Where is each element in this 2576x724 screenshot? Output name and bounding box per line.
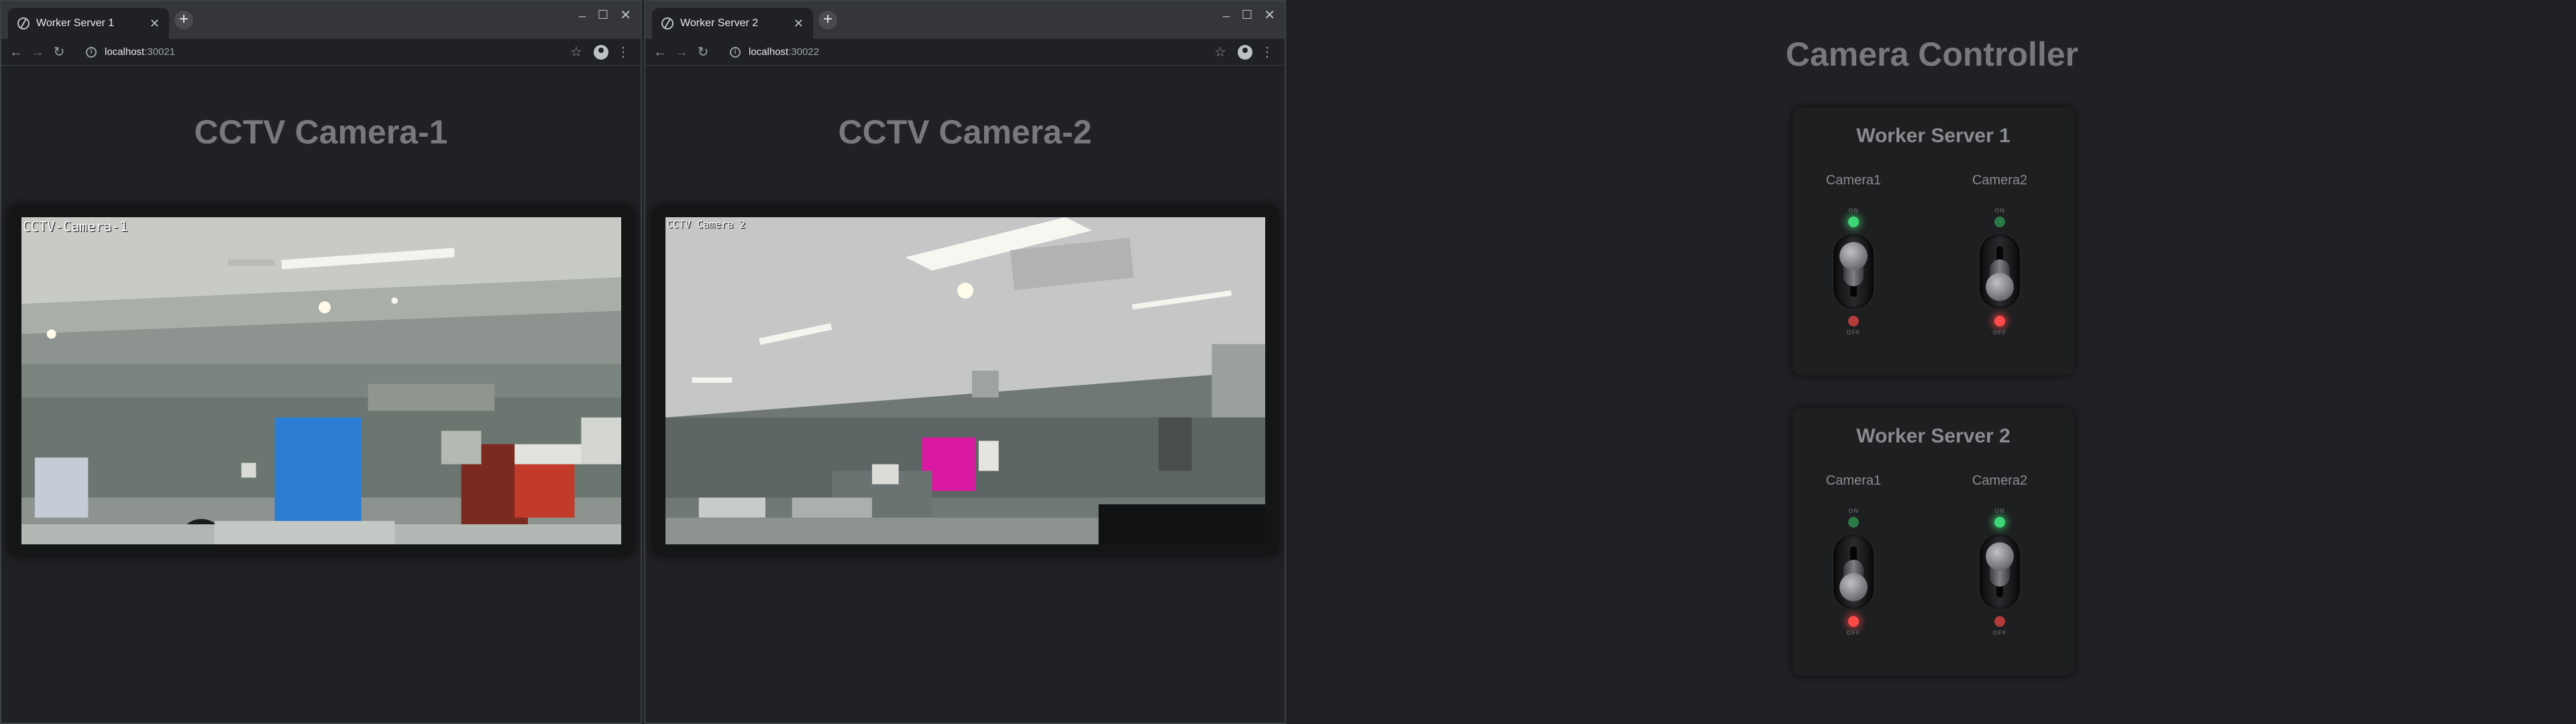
browser-window-2: Worker Server 2 ✕ + _ ☐ ✕ ← → ↻ i localh…: [644, 0, 1286, 724]
camera-label: Camera2: [1972, 473, 2028, 488]
kebab-menu-icon[interactable]: ⋮: [614, 43, 633, 62]
url-host: localhost: [749, 46, 789, 58]
on-label: ON: [1994, 207, 2005, 214]
on-indicator-led: [1994, 217, 2005, 227]
address-bar[interactable]: i localhost:30022: [722, 42, 1204, 62]
on-label: ON: [1848, 507, 1859, 514]
profile-icon[interactable]: [1238, 44, 1252, 60]
browser-toolbar: ← → ↻ i localhost:30022 ☆ ⋮: [645, 39, 1285, 66]
close-tab-icon[interactable]: ✕: [150, 17, 160, 29]
camera-feed: CCTV Camera 2: [665, 217, 1265, 544]
browser-window-1: Worker Server 1 ✕ + _ ☐ ✕ ← → ↻ i localh…: [0, 0, 642, 724]
bookmark-star-icon[interactable]: ☆: [567, 43, 586, 62]
close-tab-icon[interactable]: ✕: [794, 17, 804, 29]
camera-controller-page: Camera Controller Worker Server 1 Camera…: [1288, 0, 2576, 724]
camera-feed-frame: CCTV Camera 2: [653, 206, 1277, 555]
url-host: localhost: [105, 46, 145, 58]
camera-overlay-label: CCTV-Camera-1: [23, 219, 128, 235]
worker-server-card: Worker Server 2 Camera1 ON OFF Camera2 O…: [1792, 408, 2074, 676]
office-scene-image: [21, 217, 621, 544]
on-indicator-led: [1848, 217, 1859, 227]
on-label: ON: [1994, 507, 2005, 514]
reload-icon[interactable]: ↻: [50, 43, 68, 62]
camera-label: Camera2: [1972, 173, 2028, 188]
off-label: OFF: [1992, 629, 2007, 636]
tab-title: Worker Server 1: [36, 17, 115, 29]
new-tab-button[interactable]: +: [818, 11, 837, 29]
forward-arrow-icon[interactable]: →: [672, 43, 691, 62]
globe-icon: [661, 17, 674, 29]
off-label: OFF: [1846, 329, 1861, 336]
toggle-switch[interactable]: [1980, 234, 2020, 309]
off-indicator-led: [1848, 316, 1859, 326]
server-name: Worker Server 2: [1856, 425, 2010, 447]
kebab-menu-icon[interactable]: ⋮: [1258, 43, 1277, 62]
office-scene-image: [665, 217, 1265, 544]
toggle-switch[interactable]: [1980, 534, 2020, 609]
globe-icon: [17, 17, 30, 29]
camera-label: Camera1: [1825, 473, 1882, 488]
browser-tab[interactable]: Worker Server 1 ✕: [8, 8, 169, 39]
maximize-icon[interactable]: ☐: [1242, 8, 1252, 22]
address-bar[interactable]: i localhost:30021: [78, 42, 560, 62]
tab-bar: Worker Server 1 ✕ + _ ☐ ✕: [1, 1, 641, 39]
site-info-icon[interactable]: i: [730, 46, 741, 58]
worker-server-card: Worker Server 1 Camera1 ON OFF Camera2 O…: [1792, 107, 2074, 375]
close-window-icon[interactable]: ✕: [620, 7, 631, 23]
forward-arrow-icon[interactable]: →: [28, 43, 47, 62]
toggle-switch[interactable]: [1833, 234, 1874, 309]
off-indicator-led: [1848, 616, 1859, 627]
off-label: OFF: [1846, 629, 1861, 636]
camera-switch: Camera1 ON OFF: [1803, 173, 1904, 361]
profile-icon[interactable]: [594, 44, 608, 60]
site-info-icon[interactable]: i: [86, 46, 97, 58]
page-content: CCTV Camera-1 CCTV-Camera-1: [1, 66, 641, 723]
off-indicator-led: [1994, 316, 2005, 326]
bookmark-star-icon[interactable]: ☆: [1211, 43, 1230, 62]
back-arrow-icon[interactable]: ←: [7, 43, 25, 62]
toggle-switch[interactable]: [1833, 534, 1874, 609]
new-tab-button[interactable]: +: [174, 11, 193, 29]
server-name: Worker Server 1: [1856, 125, 2010, 147]
reload-icon[interactable]: ↻: [694, 43, 712, 62]
page-title: CCTV Camera-2: [838, 113, 1092, 151]
controller-title: Camera Controller: [1785, 36, 2079, 73]
camera-feed: CCTV-Camera-1: [21, 217, 621, 544]
off-label: OFF: [1992, 329, 2007, 336]
camera-feed-frame: CCTV-Camera-1: [9, 206, 633, 555]
page-content: CCTV Camera-2 CCTV Camera 2: [645, 66, 1285, 723]
page-title: CCTV Camera-1: [194, 113, 448, 151]
close-window-icon[interactable]: ✕: [1264, 7, 1275, 23]
back-arrow-icon[interactable]: ←: [651, 43, 669, 62]
on-indicator-led: [1994, 517, 2005, 528]
camera-switch: Camera1 ON OFF: [1803, 473, 1904, 661]
browser-tab[interactable]: Worker Server 2 ✕: [652, 8, 813, 39]
browser-toolbar: ← → ↻ i localhost:30021 ☆ ⋮: [1, 39, 641, 66]
on-label: ON: [1848, 207, 1859, 214]
camera-switch: Camera2 ON OFF: [1949, 173, 2050, 361]
url-port: :30022: [788, 46, 820, 58]
minimize-icon[interactable]: _: [579, 4, 586, 18]
camera-label: Camera1: [1825, 173, 1882, 188]
minimize-icon[interactable]: _: [1223, 4, 1230, 18]
maximize-icon[interactable]: ☐: [598, 8, 608, 22]
camera-switch: Camera2 ON OFF: [1949, 473, 2050, 661]
url-port: :30021: [144, 46, 176, 58]
on-indicator-led: [1848, 517, 1859, 528]
tab-bar: Worker Server 2 ✕ + _ ☐ ✕: [645, 1, 1285, 39]
tab-title: Worker Server 2: [680, 17, 759, 29]
off-indicator-led: [1994, 616, 2005, 627]
camera-overlay-label: CCTV Camera 2: [667, 219, 746, 231]
